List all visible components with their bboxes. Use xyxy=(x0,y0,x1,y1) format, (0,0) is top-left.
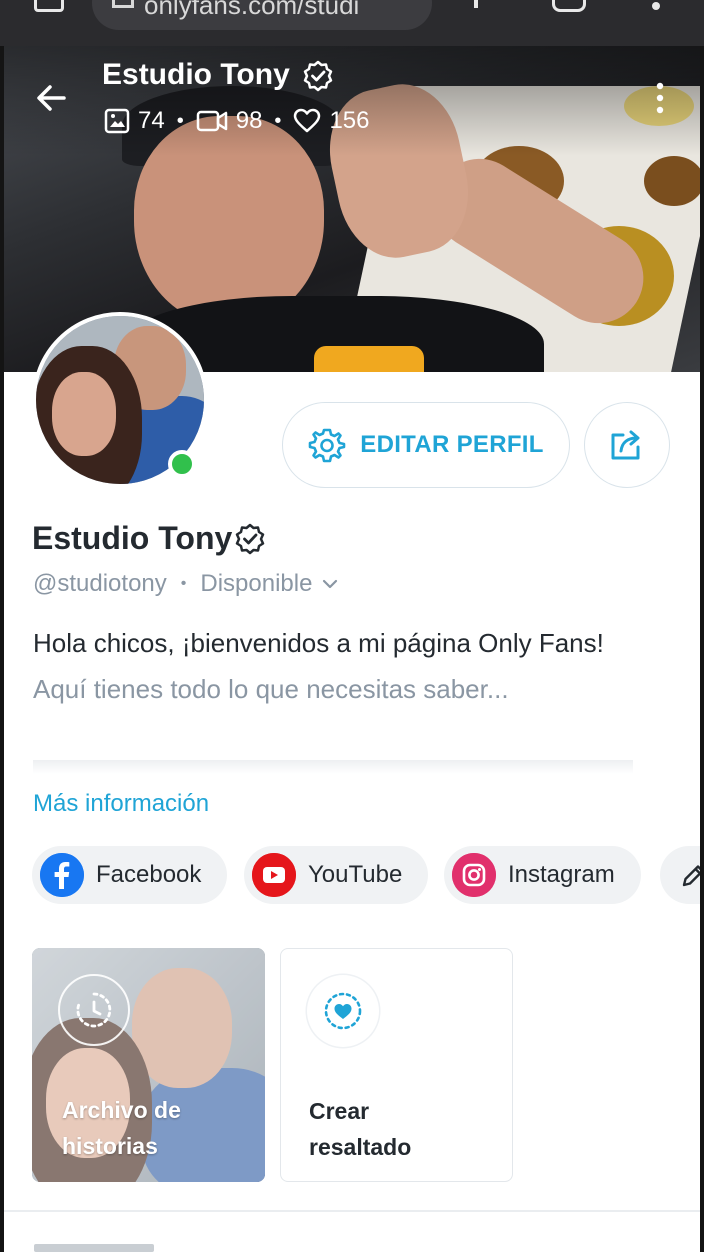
create-label-line-1: Crear xyxy=(309,1098,370,1124)
social-label: YouTube xyxy=(308,861,403,888)
more-options-button[interactable] xyxy=(650,80,670,116)
social-label: Instagram xyxy=(508,861,615,888)
share-profile-button[interactable] xyxy=(584,402,670,488)
stat-separator: • xyxy=(176,109,184,132)
availability-status: Disponible xyxy=(200,570,313,597)
photos-stat[interactable]: 74 xyxy=(104,107,165,135)
download-icon[interactable] xyxy=(474,0,478,8)
cover-shirt-logo xyxy=(314,346,424,372)
videos-count: 98 xyxy=(235,107,263,134)
bio-fade xyxy=(33,760,633,774)
image-icon xyxy=(104,108,130,134)
site-settings-icon[interactable] xyxy=(112,0,134,8)
gear-icon xyxy=(308,428,346,463)
youtube-icon xyxy=(252,853,296,897)
section-divider xyxy=(4,1210,700,1212)
address-bar[interactable]: onlyfans.com/studi xyxy=(92,0,432,30)
facebook-icon xyxy=(40,853,84,897)
likes-stat[interactable]: 156 xyxy=(293,107,369,135)
back-button[interactable] xyxy=(34,80,70,116)
edit-profile-label: EDITAR PERFIL xyxy=(360,431,544,458)
cover-profile-name: Estudio Tony xyxy=(102,58,290,91)
browser-toolbar: onlyfans.com/studi xyxy=(0,0,704,46)
social-chip-instagram[interactable]: Instagram xyxy=(444,846,641,904)
verified-badge-icon xyxy=(302,60,334,92)
tab-switcher-icon[interactable] xyxy=(552,0,586,12)
archive-label-line-1: Archivo de xyxy=(62,1097,181,1123)
edit-social-links-button[interactable] xyxy=(660,846,704,904)
social-chip-facebook[interactable]: Facebook xyxy=(32,846,228,904)
arrow-left-icon xyxy=(37,85,66,111)
screen-frame-right xyxy=(700,46,704,1252)
create-highlight-icon xyxy=(307,975,379,1047)
screen-frame-left xyxy=(0,46,4,1252)
highlight-create[interactable]: Crear resaltado xyxy=(280,948,513,1182)
social-chip-youtube[interactable]: YouTube xyxy=(244,846,429,904)
verified-badge-icon xyxy=(236,523,265,554)
bed-dot xyxy=(644,156,700,206)
online-status-indicator xyxy=(168,450,196,478)
profile-name: Estudio Tony xyxy=(32,520,233,556)
social-label: Facebook xyxy=(96,861,202,888)
heart-icon xyxy=(294,108,321,133)
social-links: Facebook YouTube Instagram xyxy=(32,846,704,904)
availability-dropdown[interactable]: Disponible xyxy=(200,570,338,598)
more-vertical-icon xyxy=(656,82,664,114)
tabs-button[interactable] xyxy=(34,0,64,12)
chevron-down-icon xyxy=(323,579,338,589)
more-info-link[interactable]: Más información xyxy=(33,790,209,818)
avatar-woman xyxy=(52,372,116,456)
history-clock-icon xyxy=(58,974,130,1046)
handle-row: @studiotony • Disponible xyxy=(33,570,338,598)
share-icon xyxy=(611,430,640,460)
handle-separator: • xyxy=(180,575,187,592)
create-highlight-label: Crear resaltado xyxy=(309,1093,411,1165)
likes-count: 156 xyxy=(329,107,370,134)
highlight-story-archive[interactable]: Archivo de historias xyxy=(32,948,265,1182)
url-text: onlyfans.com/studi xyxy=(144,0,360,20)
stat-separator: • xyxy=(274,109,282,132)
archive-label-line-2: historias xyxy=(62,1133,158,1159)
photos-count: 74 xyxy=(138,107,165,134)
archive-label: Archivo de historias xyxy=(62,1092,181,1164)
profile-stats: 74 • 98 • 156 xyxy=(104,106,369,136)
bio-line-1: Hola chicos, ¡bienvenidos a mi página On… xyxy=(33,628,604,658)
edit-profile-button[interactable]: EDITAR PERFIL xyxy=(282,402,570,488)
instagram-icon xyxy=(452,853,496,897)
bio-line-2: Aquí tienes todo lo que necesitas saber.… xyxy=(33,674,509,704)
create-label-line-2: resaltado xyxy=(309,1134,412,1160)
videos-stat[interactable]: 98 xyxy=(196,107,263,135)
cover-header: Estudio Tony 74 • 98 • 156 xyxy=(0,46,704,146)
next-section-heading xyxy=(34,1244,154,1252)
profile-name-row: Estudio Tony xyxy=(32,520,266,557)
browser-menu-icon[interactable] xyxy=(652,2,660,10)
profile-handle: @studiotony xyxy=(33,570,167,597)
video-icon xyxy=(196,110,227,132)
